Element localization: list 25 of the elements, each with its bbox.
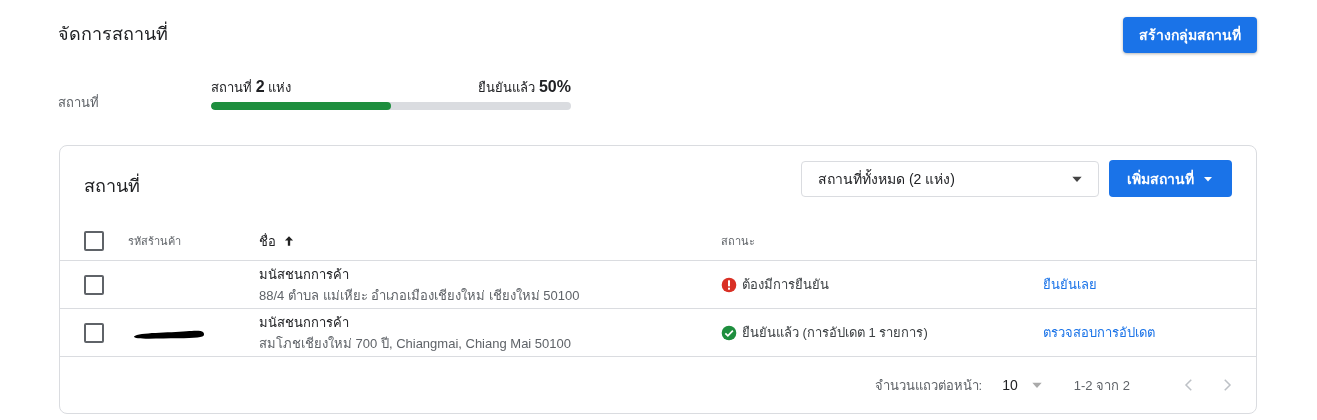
add-location-button[interactable]: เพิ่มสถานที่ xyxy=(1109,160,1232,197)
card-title: สถานที่ xyxy=(84,171,801,200)
status-text: ยืนยันแล้ว (การอัปเดต 1 รายการ) xyxy=(742,324,928,342)
column-header[interactable]: ชื่อ xyxy=(259,230,276,252)
status-text: ต้องมีการยืนยัน xyxy=(742,276,829,294)
checkbox[interactable] xyxy=(84,322,104,343)
checkbox[interactable] xyxy=(84,231,104,251)
location-address: สมโภชเชียงใหม่ 700 ปี, Chiangmai, Chiang Mai 50100 xyxy=(259,334,572,353)
page-title: จัดการสถานที่ xyxy=(58,17,168,48)
verified-percent: ยืนยันแล้ว 50% xyxy=(478,77,571,97)
filter-dropdown[interactable]: สถานที่ทั้งหมด (2 แห่ง) xyxy=(801,160,1099,197)
rows-per-page-label: จำนวนแถวต่อหน้า: xyxy=(874,376,983,395)
location-name: มนัสชนกการค้า xyxy=(259,265,349,284)
location-name: มนัสชนกการค้า xyxy=(259,313,349,332)
location-count: สถานที่ 2 แห่ง xyxy=(211,77,292,97)
rows-per-page-select[interactable]: 10 xyxy=(1002,377,1044,393)
checkbox[interactable] xyxy=(84,274,104,295)
create-group-button[interactable]: สร้างกลุ่มสถานที่ xyxy=(1123,17,1257,53)
column-header[interactable]: สถานะ xyxy=(721,232,755,250)
summary-label: สถานที่ xyxy=(58,93,100,112)
action-link[interactable]: ตรวจสอบการอัปเดต xyxy=(1043,322,1155,343)
action-link[interactable]: ยืนยันเลย xyxy=(1043,274,1097,295)
page-range: 1-2 จาก 2 xyxy=(1073,376,1130,395)
column-header[interactable]: รหัสร้านค้า xyxy=(128,232,181,250)
location-address: 88/4 ตำบล แม่เหียะ อำเภอเมืองเชียงใหม่ เชียงใหม่ 50100 xyxy=(259,286,580,305)
